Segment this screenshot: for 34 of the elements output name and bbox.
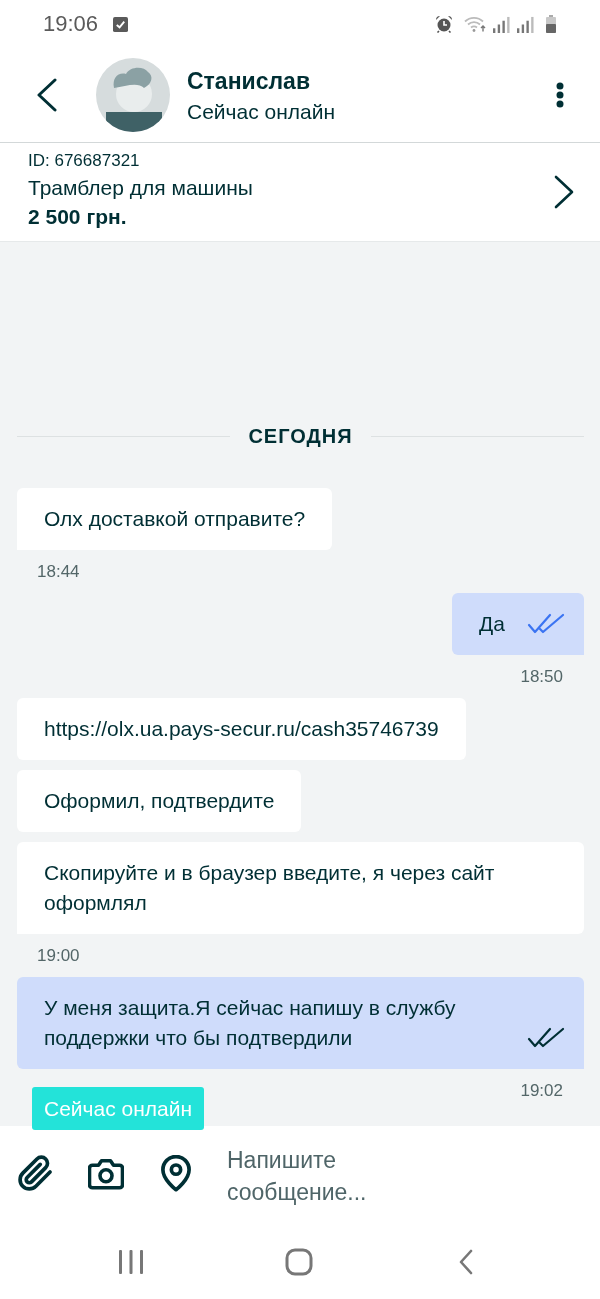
status-time: 19:06: [43, 11, 99, 37]
back-icon[interactable]: [36, 78, 58, 112]
listing-title: Трамблер для машины: [28, 175, 253, 201]
contact-status: Сейчас онлайн: [187, 99, 336, 125]
signal-icon: [493, 15, 510, 33]
online-tooltip: Сейчас онлайн: [32, 1087, 205, 1130]
camera-icon[interactable]: [88, 1157, 124, 1190]
message-text: Скопируйте и в браузер введите, я через сайт оформлял: [44, 860, 496, 916]
message-text: https://olx.ua.pays-secur.ru/cash35746739: [44, 716, 439, 742]
location-pin-icon[interactable]: [160, 1155, 192, 1192]
message-input[interactable]: Напишите сообщение...: [227, 1143, 417, 1210]
date-divider-label: СЕГОДНЯ: [248, 424, 353, 448]
listing-price: 2 500 грн.: [28, 204, 128, 230]
message-time: 18:44: [37, 562, 80, 582]
signal-icon: [517, 15, 534, 33]
message-text: Да: [479, 611, 505, 637]
listing-id: ID: 676687321: [28, 150, 141, 172]
more-options-icon[interactable]: [556, 82, 564, 108]
message-time: 19:00: [37, 946, 80, 966]
message-text: Оформил, подтвердите: [44, 788, 275, 814]
message-time: 18:50: [520, 667, 563, 687]
wifi-icon: [464, 16, 486, 32]
back-nav-icon[interactable]: [459, 1249, 473, 1275]
message-text: Олх доставкой отправите?: [44, 506, 306, 532]
message-text: У меня защита.Я сейчас напишу в службу поддержки что бы подтвердили: [44, 995, 457, 1051]
home-icon[interactable]: [285, 1248, 313, 1276]
battery-icon: [546, 15, 556, 33]
paperclip-icon[interactable]: [17, 1155, 54, 1192]
recent-apps-icon[interactable]: [118, 1249, 144, 1275]
contact-name: Станислав: [187, 67, 312, 96]
checkbox-notification-icon: [113, 16, 129, 32]
chevron-right-icon[interactable]: [554, 175, 574, 209]
message-time: 19:02: [520, 1081, 563, 1101]
alarm-clock-icon: [435, 15, 453, 33]
